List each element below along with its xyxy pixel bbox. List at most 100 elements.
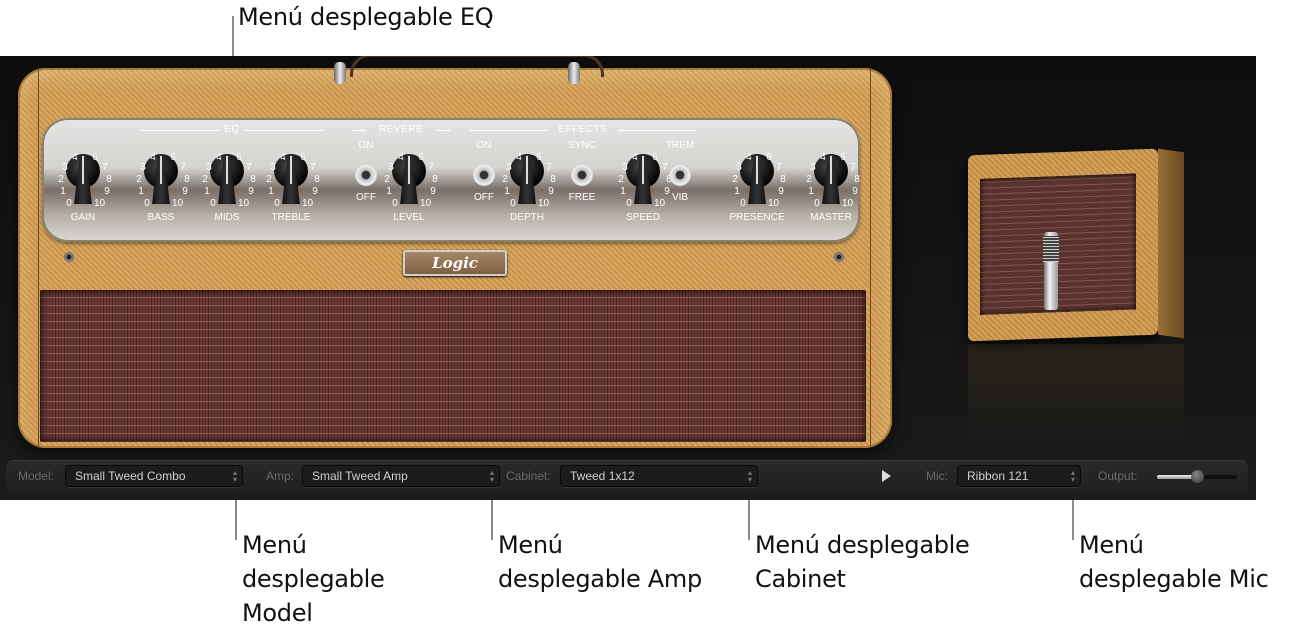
knob-scale-mark: 2	[732, 174, 738, 185]
knob-scale-mark: 6	[92, 152, 98, 163]
knob-scale-mark: 9	[430, 186, 436, 197]
output-label: Output:	[1098, 469, 1138, 483]
knob-scale-mark: 4	[632, 152, 638, 163]
knob-scale-mark: 8	[550, 174, 556, 185]
knob-scale-mark: 3	[622, 162, 628, 173]
updown-arrows-icon: ▴ ▾	[232, 468, 237, 484]
knob-scale-mark: 2	[266, 174, 272, 185]
amp-value: Small Tweed Amp	[312, 469, 408, 483]
knob-scale-mark: 9	[548, 186, 554, 197]
screw-left	[64, 252, 74, 262]
knob-scale-mark: 8	[184, 174, 190, 185]
cabinet-label: Cabinet:	[506, 469, 551, 483]
knob-scale-mark: 10	[302, 198, 314, 209]
knob-presence[interactable]: 0 1 2 3 4 6 7 8 9 10 PRESENCE	[722, 140, 792, 224]
toggle-mode[interactable]: TREM VIB	[660, 140, 700, 220]
amp-dropdown[interactable]: Small Tweed Amp ▴ ▾	[302, 465, 500, 487]
callout-mic: Menú desplegable Mic	[1079, 531, 1269, 593]
knob-scale-mark: 3	[388, 162, 394, 173]
section-eq[interactable]: EQ	[140, 124, 324, 135]
knob-scale-mark: 4	[72, 152, 78, 163]
toggle-switch-icon[interactable]	[669, 164, 691, 186]
knob-scale-mark: 8	[854, 174, 860, 185]
knob-scale-mark: 10	[842, 198, 854, 209]
callout-model: Menú desplegable Model	[242, 531, 385, 627]
knob-scale-mark: 10	[420, 198, 432, 209]
model-dropdown[interactable]: Small Tweed Combo ▴ ▾	[65, 465, 243, 487]
amp-head: EQ REVERB EFFECTS 0 1 2 3 4 6 7 8 9 10 GAIN 0 1 2 3 4 6 7…	[18, 56, 892, 448]
knob-scale-mark: 10	[172, 198, 184, 209]
callout-amp: Menú desplegable Amp	[498, 531, 702, 593]
knob-scale-mark: 4	[516, 152, 522, 163]
knob-scale-mark: 6	[536, 152, 542, 163]
toggle-top-label: ON	[358, 140, 374, 151]
knob-scale-mark: 3	[140, 162, 146, 173]
toggle-switch-icon[interactable]	[571, 164, 593, 186]
knob-scale-mark: 0	[210, 198, 216, 209]
knob-scale-mark: 0	[814, 198, 820, 209]
ribbon-microphone[interactable]	[1043, 232, 1059, 310]
toggle-sync[interactable]: SYNC FREE	[562, 140, 602, 220]
knob-scale-mark: 6	[652, 152, 658, 163]
knob-scale-mark: 9	[248, 186, 254, 197]
knob-scale-mark: 2	[202, 174, 208, 185]
knob-scale-mark: 3	[270, 162, 276, 173]
knob-scale-mark: 9	[182, 186, 188, 197]
knob-scale-mark: 6	[170, 152, 176, 163]
toggle-top-label: TREM	[665, 140, 695, 151]
amp-handle-strap	[350, 56, 604, 77]
knob-scale-mark: 0	[626, 198, 632, 209]
knob-scale-mark: 3	[206, 162, 212, 173]
output-slider-thumb[interactable]	[1191, 470, 1204, 483]
toggle-effects[interactable]: ON OFF	[464, 140, 504, 220]
mic-label: Mic:	[926, 469, 948, 483]
amp-designer-stage: EQ REVERB EFFECTS 0 1 2 3 4 6 7 8 9 10 GAIN 0 1 2 3 4 6 7…	[0, 56, 1256, 500]
knob-scale-mark: 6	[418, 152, 424, 163]
screw-right	[834, 252, 844, 262]
knob-gain[interactable]: 0 1 2 3 4 6 7 8 9 10 GAIN	[48, 140, 118, 224]
toggle-switch-icon[interactable]	[355, 164, 377, 186]
knob-scale-mark: 7	[428, 162, 434, 173]
cabinet-dropdown[interactable]: Tweed 1x12 ▴ ▾	[560, 465, 758, 487]
handle-post-left	[334, 62, 346, 84]
knob-master[interactable]: 0 1 2 3 4 6 7 8 9 10 MASTER	[796, 140, 866, 224]
mic-value: Ribbon 121	[967, 469, 1029, 483]
play-icon[interactable]	[882, 470, 891, 482]
knob-scale-mark: 0	[144, 198, 150, 209]
knob-treble[interactable]: 0 1 2 3 4 6 7 8 9 10 TREBLE	[256, 140, 326, 224]
toggle-bottom-label: VIB	[671, 192, 689, 203]
knob-scale-mark: 3	[810, 162, 816, 173]
knob-label: TREBLE	[271, 212, 311, 223]
knob-scale-mark: 1	[204, 186, 210, 197]
toggle-reverb[interactable]: ON OFF	[346, 140, 386, 220]
mic-dropdown[interactable]: Ribbon 121 ▴ ▾	[957, 465, 1081, 487]
toggle-bottom-label: OFF	[356, 192, 376, 203]
updown-arrows-icon: ▴ ▾	[1070, 468, 1075, 484]
knob-scale-mark: 1	[60, 186, 66, 197]
knob-scale-mark: 7	[776, 162, 782, 173]
handle-post-right	[568, 62, 580, 84]
seam-left	[38, 68, 39, 448]
seam-right	[870, 68, 871, 448]
knob-scale-mark: 4	[280, 152, 286, 163]
toggle-bottom-label: OFF	[474, 192, 494, 203]
knob-scale-mark: 0	[66, 198, 72, 209]
knob-scale-mark: 7	[180, 162, 186, 173]
knob-scale-mark: 7	[546, 162, 552, 173]
knob-scale-mark: 9	[104, 186, 110, 197]
toggle-bottom-label: FREE	[568, 192, 596, 203]
knob-scale-mark: 6	[236, 152, 242, 163]
speaker-cabinet	[968, 148, 1184, 342]
knob-scale-mark: 10	[94, 198, 106, 209]
control-panel: EQ REVERB EFFECTS 0 1 2 3 4 6 7 8 9 10 GAIN 0 1 2 3 4 6 7…	[42, 118, 860, 242]
cabinet-value: Tweed 1x12	[570, 469, 635, 483]
output-slider[interactable]	[1157, 470, 1237, 483]
toggle-switch-icon[interactable]	[473, 164, 495, 186]
knob-scale-mark: 6	[300, 152, 306, 163]
cabinet-reflection	[968, 344, 1184, 454]
callout-eq: Menú desplegable EQ	[238, 3, 494, 31]
section-eq-label[interactable]: EQ	[224, 124, 239, 135]
knob-scale-mark: 9	[312, 186, 318, 197]
knob-scale-mark: 7	[102, 162, 108, 173]
bottom-toolbar: Model: Small Tweed Combo ▴ ▾ Amp: Small …	[6, 460, 1248, 494]
